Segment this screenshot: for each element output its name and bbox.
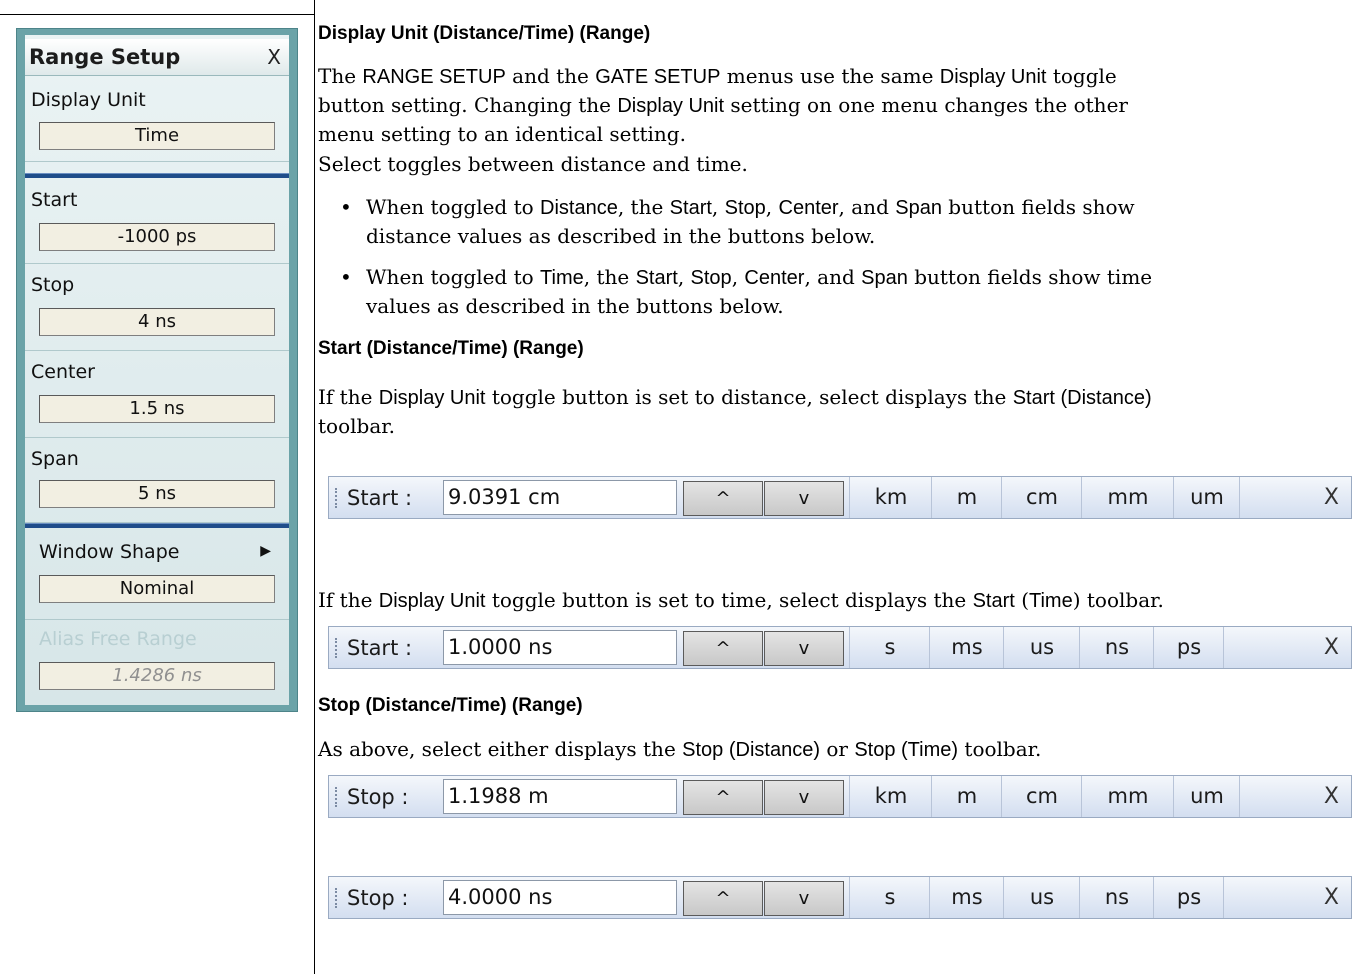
unit-button[interactable]: um [1173,776,1240,817]
center-label: Center [31,361,95,383]
alias-free-range-button: Alias Free Range 1.4286 ns [25,620,289,704]
paragraph: As above, select either displays the Sto… [318,737,1042,761]
decrement-button[interactable]: v [764,481,844,516]
toolbar-label: Stop : [347,785,409,809]
toolbar-grip-handle[interactable] [335,488,339,508]
top-rule [0,14,314,15]
section-heading: Start (Distance/Time) (Range) [318,338,584,359]
paragraph: The RANGE SETUP and the GATE SETUP menus… [318,62,1358,148]
unit-button[interactable]: ps [1153,877,1224,918]
unit-button[interactable]: ns [1079,627,1154,668]
start-button[interactable]: Start -1000 ps [25,179,289,264]
stop-value: 4 ns [39,308,275,336]
decrement-button[interactable]: v [764,881,844,916]
increment-button[interactable]: ^ [683,881,763,916]
stop-value-input[interactable]: 4.0000 ns [443,880,677,915]
stop-button[interactable]: Stop 4 ns [25,264,289,351]
unit-button[interactable]: cm [1001,776,1082,817]
start-value-input[interactable]: 1.0000 ns [443,630,677,665]
section-heading: Display Unit (Distance/Time) (Range) [318,23,651,44]
increment-button[interactable]: ^ [683,481,763,516]
text-line: button setting. Changing the Display Uni… [318,93,1128,117]
menu-title: Range Setup [29,45,181,69]
stop-distance-toolbar: Stop : 1.1988 m ^ v km m cm mm um X [328,775,1352,818]
window-shape-value: Nominal [39,575,275,603]
section-heading: Stop (Distance/Time) (Range) [318,695,583,716]
toolbar-divider [1239,477,1241,518]
toolbar-grip-handle[interactable] [335,787,339,807]
toolbar-close-button[interactable]: X [1324,635,1339,660]
unit-button[interactable]: m [931,776,1002,817]
alias-free-range-value: 1.4286 ns [39,662,275,690]
toolbar-close-button[interactable]: X [1324,485,1339,510]
menu-separator [25,523,289,528]
start-time-toolbar: Start : 1.0000 ns ^ v s ms us ns ps X [328,626,1352,669]
unit-button[interactable]: um [1173,477,1240,518]
range-setup-menu: Range Setup X Display Unit Time Start -1… [16,28,298,712]
unit-button[interactable]: mm [1081,776,1174,817]
toolbar-grip-handle[interactable] [335,888,339,908]
window-shape-label: Window Shape [39,541,180,563]
increment-button[interactable]: ^ [683,631,763,666]
text-line: menu setting to an identical setting. [318,122,686,146]
toolbar-close-button[interactable]: X [1324,784,1339,809]
span-value: 5 ns [39,480,275,508]
toolbar-grip-handle[interactable] [335,638,339,658]
menu-header: Range Setup X [25,39,289,76]
menu-separator [25,173,289,178]
unit-button[interactable]: s [849,627,930,668]
center-value: 1.5 ns [39,395,275,423]
toolbar-divider [1239,776,1241,817]
window-shape-button[interactable]: Window Shape ▶ Nominal [25,529,289,620]
start-distance-toolbar: Start : 9.0391 cm ^ v km m cm mm um X [328,476,1352,519]
display-unit-button[interactable]: Display Unit Time [25,85,289,162]
toolbar-label: Start : [347,636,413,660]
list-item-text: When toggled to Distance, the Start, Sto… [366,195,1135,248]
text-line: The RANGE SETUP and the GATE SETUP menus… [318,64,1117,88]
bullet-icon: • [340,265,352,289]
unit-button[interactable]: km [849,477,932,518]
toolbar-close-button[interactable]: X [1324,885,1339,910]
start-value: -1000 ps [39,223,275,251]
submenu-arrow-icon: ▶ [260,543,271,559]
unit-button[interactable]: ps [1153,627,1224,668]
decrement-button[interactable]: v [764,631,844,666]
list-item-text: When toggled to Time, the Start, Stop, C… [366,265,1153,318]
column-divider [314,0,315,974]
decrement-button[interactable]: v [764,780,844,815]
toolbar-label: Stop : [347,886,409,910]
display-unit-value: Time [39,122,275,150]
paragraph: Select toggles between distance and time… [318,152,748,176]
start-value-input[interactable]: 9.0391 cm [443,480,677,515]
bullet-icon: • [340,195,352,219]
stop-time-toolbar: Stop : 4.0000 ns ^ v s ms us ns ps X [328,876,1352,919]
toolbar-divider [1223,877,1225,918]
display-unit-label: Display Unit [31,89,146,111]
unit-button[interactable]: cm [1001,477,1082,518]
increment-button[interactable]: ^ [683,780,763,815]
unit-button[interactable]: us [1003,627,1080,668]
span-button[interactable]: Span 5 ns [25,438,289,523]
unit-button[interactable]: m [931,477,1002,518]
unit-button[interactable]: ns [1079,877,1154,918]
start-label: Start [31,189,78,211]
toolbar-divider [1223,627,1225,668]
unit-button[interactable]: ms [929,627,1004,668]
center-button[interactable]: Center 1.5 ns [25,351,289,438]
menu-close-button[interactable]: X [267,45,281,69]
unit-button[interactable]: km [849,776,932,817]
span-label: Span [31,448,79,470]
unit-button[interactable]: us [1003,877,1080,918]
paragraph: If the Display Unit toggle button is set… [318,588,1164,612]
alias-free-range-label: Alias Free Range [39,628,197,650]
toolbar-label: Start : [347,486,413,510]
unit-button[interactable]: ms [929,877,1004,918]
stop-label: Stop [31,274,75,296]
unit-button[interactable]: s [849,877,930,918]
stop-value-input[interactable]: 1.1988 m [443,779,677,814]
paragraph: If the Display Unit toggle button is set… [318,385,1152,438]
unit-button[interactable]: mm [1081,477,1174,518]
